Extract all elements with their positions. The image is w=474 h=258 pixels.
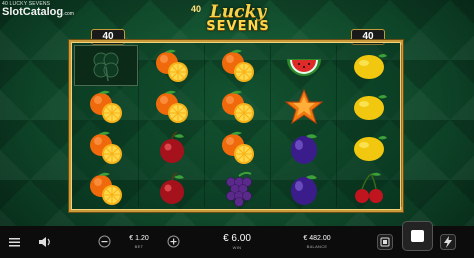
symbol-clover bbox=[74, 45, 138, 86]
symbol-lemon bbox=[337, 86, 401, 127]
reels bbox=[74, 45, 402, 207]
symbol-plum bbox=[272, 168, 336, 209]
win-label: WIN bbox=[232, 245, 242, 250]
symbol-grapes bbox=[206, 168, 270, 209]
autoplay-icon[interactable] bbox=[377, 234, 393, 250]
turbo-icon[interactable] bbox=[440, 234, 456, 250]
watermark-brand: SlotCatalog.com bbox=[2, 6, 74, 18]
reel-4 bbox=[272, 45, 337, 207]
game-logo-sevens: SEVENS bbox=[206, 19, 270, 34]
spin-button[interactable] bbox=[402, 221, 433, 251]
sound-icon[interactable] bbox=[38, 236, 52, 248]
symbol-watermelon bbox=[272, 45, 336, 86]
menu-icon[interactable] bbox=[9, 237, 21, 247]
minus-icon[interactable] bbox=[98, 235, 111, 248]
bet-label: BET bbox=[134, 244, 144, 249]
game-logo: 40 Lucky SEVENS bbox=[191, 4, 285, 40]
plus-icon[interactable] bbox=[167, 235, 180, 248]
symbol-star bbox=[272, 86, 336, 127]
game-logo-number: 40 bbox=[191, 4, 202, 14]
symbol-cherries bbox=[337, 168, 401, 209]
symbol-lemon bbox=[337, 45, 401, 86]
game-logo-lucky: Lucky bbox=[209, 2, 267, 22]
symbol-orange bbox=[206, 45, 270, 86]
balance-value: € 482.00 bbox=[303, 235, 331, 242]
symbol-plum bbox=[272, 127, 336, 168]
symbol-orange bbox=[74, 168, 138, 209]
symbol-cherry bbox=[140, 168, 204, 209]
symbol-orange bbox=[74, 127, 138, 168]
reel-5 bbox=[337, 45, 402, 207]
symbol-cherry bbox=[140, 127, 204, 168]
watermark-logo: 40 LUCKY SEVENS SlotCatalog.com bbox=[2, 1, 74, 19]
spin-icon bbox=[411, 230, 424, 242]
reel-3 bbox=[206, 45, 271, 207]
symbol-orange bbox=[140, 86, 204, 127]
bet-value: € 1.20 bbox=[129, 235, 149, 242]
balance-label: BALANCE bbox=[306, 244, 328, 249]
symbol-lemon bbox=[337, 127, 401, 168]
reel-1 bbox=[74, 45, 139, 207]
reel-2 bbox=[140, 45, 205, 207]
symbol-orange bbox=[206, 127, 270, 168]
win-value: € 6.00 bbox=[223, 233, 251, 244]
symbol-orange bbox=[206, 86, 270, 127]
symbol-orange bbox=[74, 86, 138, 127]
reel-frame bbox=[69, 40, 403, 212]
symbol-orange bbox=[140, 45, 204, 86]
